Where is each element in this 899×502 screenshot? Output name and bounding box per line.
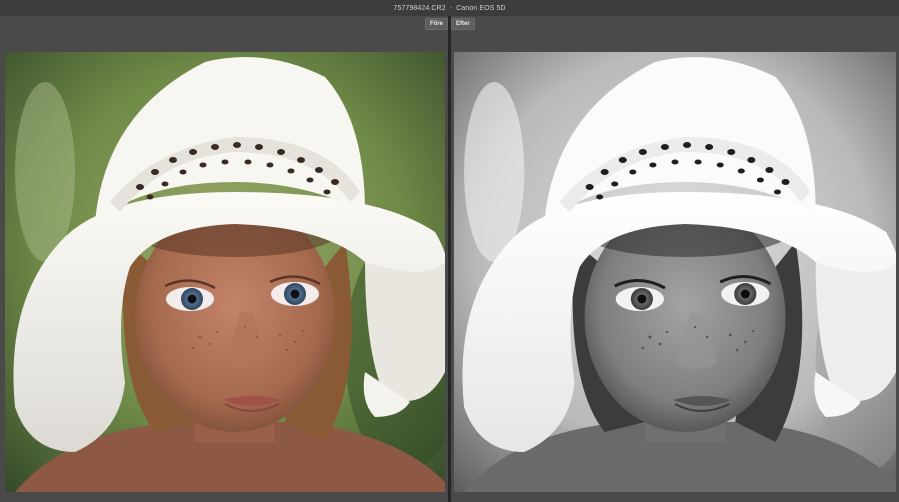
before-label[interactable]: Före xyxy=(424,18,448,30)
photo-compare-window: 757798424.CR2 - Canon EOS 5D Före Efter xyxy=(0,0,899,502)
after-photo-image xyxy=(454,52,896,492)
after-pane: Efter xyxy=(451,16,899,502)
title-separator: - xyxy=(449,4,453,12)
after-footer xyxy=(451,492,899,502)
title-bar: 757798424.CR2 - Canon EOS 5D xyxy=(0,0,899,17)
before-photo-image xyxy=(5,52,445,492)
after-header: Efter xyxy=(451,16,899,50)
before-header: Före xyxy=(0,16,448,50)
before-footer xyxy=(0,492,448,502)
after-photo[interactable] xyxy=(454,52,896,492)
before-photo[interactable] xyxy=(5,52,445,492)
before-pane: Före xyxy=(0,16,448,502)
file-name: 757798424.CR2 xyxy=(393,4,446,12)
camera-model: Canon EOS 5D xyxy=(456,4,506,12)
after-label[interactable]: Efter xyxy=(451,18,475,30)
